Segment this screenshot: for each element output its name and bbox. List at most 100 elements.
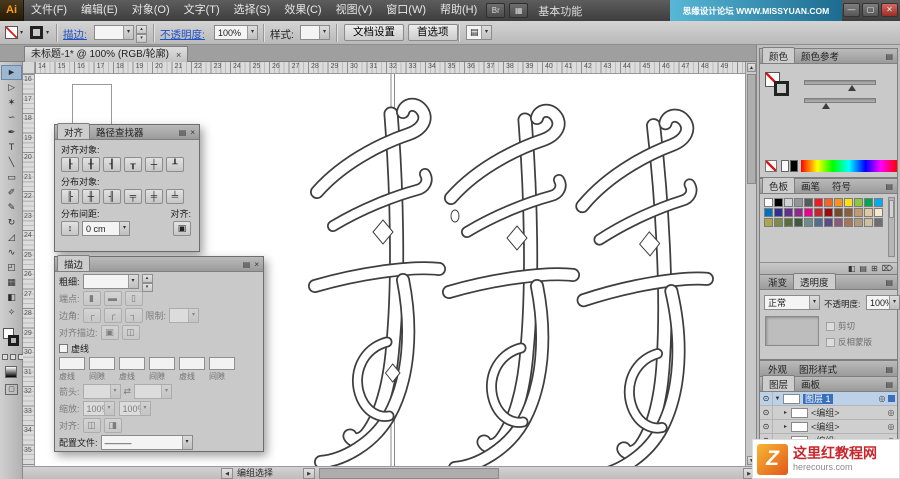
glyph-3[interactable] xyxy=(577,115,713,466)
eye-icon[interactable]: ⊙ xyxy=(760,391,773,406)
swatch-21[interactable] xyxy=(854,208,863,217)
menu-item-4[interactable]: 选择(S) xyxy=(227,0,278,21)
tab-appearance[interactable]: 外观 xyxy=(762,361,793,376)
align-object-button-2[interactable]: ┨ xyxy=(103,157,121,172)
arrow-end-combo[interactable] xyxy=(134,384,173,399)
tool-paintbrush[interactable]: ✐ xyxy=(1,185,22,200)
panel-menu-icon[interactable]: ▤ xyxy=(179,128,187,137)
spin-down-icon[interactable]: ▾ xyxy=(141,283,153,292)
tool-rectangle[interactable]: ▭ xyxy=(1,170,22,185)
tab-symbols[interactable]: 符号 xyxy=(826,178,857,193)
tool-width[interactable]: ∿ xyxy=(1,245,22,260)
corner-button-1[interactable]: ╭ xyxy=(103,308,122,323)
swatch-18[interactable] xyxy=(824,208,833,217)
tab-color-guide[interactable]: 颜色参考 xyxy=(795,48,845,63)
scroll-right-icon[interactable]: ▶ xyxy=(303,468,315,479)
stroke-color-chip[interactable] xyxy=(30,26,43,39)
tool-line-segment[interactable]: ╲ xyxy=(1,155,22,170)
close-icon[interactable]: × xyxy=(254,260,259,269)
align-stroke-button-1[interactable]: ◫ xyxy=(121,325,140,340)
menu-item-8[interactable]: 帮助(H) xyxy=(433,0,484,21)
blend-mode-combo[interactable]: 正常 xyxy=(764,295,820,310)
swatch-11[interactable] xyxy=(874,198,883,207)
align-object-button-4[interactable]: ┼ xyxy=(145,157,163,172)
swatch-6[interactable] xyxy=(824,198,833,207)
panel-menu-icon[interactable]: ▤ xyxy=(885,278,893,287)
swatch-13[interactable] xyxy=(774,208,783,217)
slider-handle-icon[interactable] xyxy=(848,85,856,91)
menu-item-6[interactable]: 视图(V) xyxy=(329,0,380,21)
tool-magic-wand[interactable]: ✶ xyxy=(1,95,22,110)
transparency-opacity-combo[interactable]: 100% xyxy=(866,295,900,310)
color-slider-1[interactable] xyxy=(804,80,876,85)
spacing-combo[interactable]: 0 cm xyxy=(82,221,130,236)
scroll-up-icon[interactable]: ▲ xyxy=(747,63,756,72)
layer-row-2[interactable]: ⊙ ▸ <编组> ◎ xyxy=(760,419,897,434)
slider-handle-icon[interactable] xyxy=(822,103,830,109)
none-swatch-icon[interactable] xyxy=(765,160,777,172)
corner-button-2[interactable]: ┐ xyxy=(124,308,143,323)
color-mode-color-icon[interactable] xyxy=(2,354,8,360)
ruler-origin[interactable] xyxy=(23,62,35,74)
stroke-dropdown-icon[interactable]: ▾ xyxy=(46,29,49,36)
tool-rotate[interactable]: ↻ xyxy=(1,215,22,230)
spacing-stepper-icon[interactable]: ↕ xyxy=(61,221,79,236)
swap-arrows-icon[interactable]: ⇄ xyxy=(124,386,132,397)
tab-gradient[interactable]: 渐变 xyxy=(762,274,793,289)
swatch-19[interactable] xyxy=(834,208,843,217)
invert-mask-checkbox[interactable] xyxy=(826,337,835,347)
swatch-31[interactable] xyxy=(834,218,843,227)
align-object-button-0[interactable]: ┠ xyxy=(61,157,79,172)
menu-item-3[interactable]: 文字(T) xyxy=(177,0,227,21)
swatch-12[interactable] xyxy=(764,208,773,217)
close-button[interactable]: ✕ xyxy=(881,3,898,17)
tab-swatches[interactable]: 色板 xyxy=(762,177,796,193)
dash-input-5[interactable] xyxy=(209,357,235,370)
tab-align[interactable]: 对齐 xyxy=(57,123,91,139)
swatch-4[interactable] xyxy=(804,198,813,207)
tool-mesh[interactable]: ▦ xyxy=(1,275,22,290)
tab-artboards[interactable]: 画板 xyxy=(795,376,826,391)
stroke-panel-link[interactable]: 描边: xyxy=(63,27,87,42)
arrow-start-combo[interactable] xyxy=(82,384,121,399)
scale-value-1[interactable]: 100% xyxy=(118,401,151,416)
glyph-2[interactable] xyxy=(449,111,573,466)
preferences-button[interactable]: 首选项 xyxy=(408,24,458,41)
swatch-16[interactable] xyxy=(804,208,813,217)
stroke-weight-stepper[interactable]: ▴ ▾ xyxy=(136,25,147,43)
spin-up-icon[interactable]: ▴ xyxy=(141,274,153,283)
color-stroke-chip[interactable] xyxy=(774,81,789,96)
document-setup-button[interactable]: 文档设置 xyxy=(344,24,404,41)
minimize-button[interactable]: — xyxy=(843,3,860,17)
tab-brushes[interactable]: 画笔 xyxy=(795,178,826,193)
distribute-button-4[interactable]: ╪ xyxy=(145,189,163,204)
swatch-10[interactable] xyxy=(864,198,873,207)
target-icon[interactable]: ◎ xyxy=(885,422,897,431)
limit-combo[interactable] xyxy=(169,308,200,323)
tool-scale[interactable]: ◿ xyxy=(1,230,22,245)
tool-gradient[interactable]: ◧ xyxy=(1,290,22,305)
swatch-14[interactable] xyxy=(784,208,793,217)
tool-pencil[interactable]: ✎ xyxy=(1,200,22,215)
swatch-23[interactable] xyxy=(874,208,883,217)
swatch-8[interactable] xyxy=(844,198,853,207)
glyph-1[interactable] xyxy=(315,105,439,462)
toolbox-stroke-chip[interactable] xyxy=(8,335,19,346)
stroke-weight-combo[interactable] xyxy=(94,25,134,40)
swatch-9[interactable] xyxy=(854,198,863,207)
swatch-15[interactable] xyxy=(794,208,803,217)
eye-icon[interactable]: ⊙ xyxy=(760,419,773,434)
swatch-28[interactable] xyxy=(804,218,813,227)
profile-combo[interactable]: ——— xyxy=(100,435,193,450)
fill-color-chip[interactable] xyxy=(5,26,18,39)
dash-input-1[interactable] xyxy=(89,357,115,370)
workspace-switcher[interactable]: 基本功能 xyxy=(538,3,582,19)
arrange-documents-icon[interactable]: ▦ xyxy=(509,3,529,18)
spin-down-icon[interactable]: ▾ xyxy=(136,34,147,43)
swatch-20[interactable] xyxy=(844,208,853,217)
target-icon[interactable]: ◎ xyxy=(885,408,897,417)
menu-item-0[interactable]: 文件(F) xyxy=(24,0,74,21)
tab-close-icon[interactable]: × xyxy=(176,48,181,62)
swatch-26[interactable] xyxy=(784,218,793,227)
distribute-button-0[interactable]: ╟ xyxy=(61,189,79,204)
